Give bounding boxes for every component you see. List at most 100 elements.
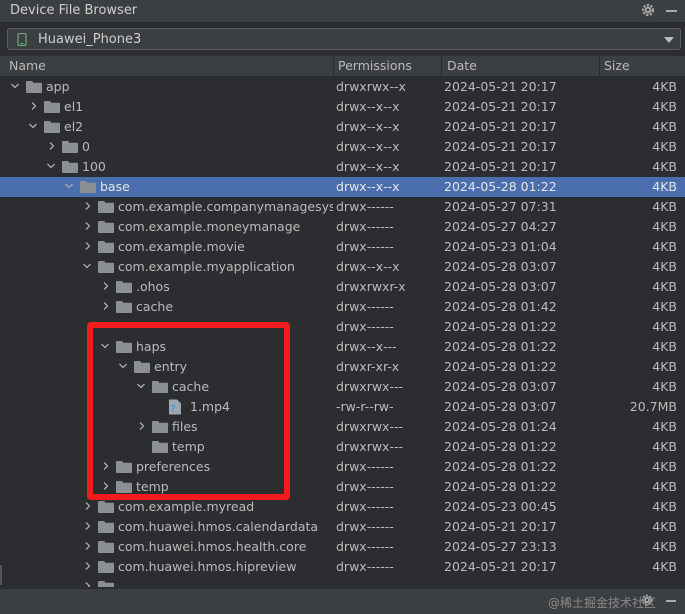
expand-arrow-icon[interactable] [102,482,110,490]
table-row[interactable]: com.example.moneymanage drwx------ 2024-05… [0,217,685,237]
expand-arrow-icon[interactable] [84,542,92,550]
column-name[interactable]: Name [9,58,46,73]
folder-icon [98,201,114,213]
table-row[interactable]: 100 drwx--x--x 2024-05-21 20:17 4KB [0,157,685,177]
size-cell: 4KB [652,139,677,154]
table-row[interactable]: el2 drwx--x--x 2024-05-21 20:17 4KB [0,117,685,137]
expand-arrow-icon[interactable] [84,522,92,530]
permissions-cell: drwx--x--- [336,339,397,354]
minimize-icon[interactable] [666,10,677,12]
table-row[interactable]: com.huawei.hmos.health.core drwx------ 202… [0,537,685,557]
folder-icon [98,261,114,273]
column-divider[interactable] [441,56,442,76]
file-name: preferences [136,459,211,474]
table-row[interactable]: cache drwxrwx--- 2024-05-28 03:07 4KB [0,377,685,397]
permissions-cell: drwx--x--x [336,139,400,154]
table-row[interactable]: el1 drwx--x--x 2024-05-21 20:17 4KB [0,97,685,117]
title-bar: Device File Browser [0,0,685,23]
column-divider[interactable] [333,56,334,76]
collapse-arrow-icon[interactable] [137,382,145,390]
table-row[interactable]: .ohos drwxrwxr-x 2024-05-28 03:07 4KB [0,277,685,297]
device-selector[interactable]: Huawei_Phone3 [7,28,681,50]
table-row[interactable]: com.example.companymanagesystemdrwx-----… [0,197,685,217]
table-row[interactable]: app drwxrwx--x 2024-05-21 20:17 4KB [0,77,685,97]
date-cell: 2024-05-27 07:31 [444,199,557,214]
table-row[interactable]: com.example.myread drwx------ 2024-05-23 0… [0,497,685,517]
folder-icon [98,521,114,533]
table-row[interactable]: files drwxrwx--- 2024-05-28 01:24 4KB [0,417,685,437]
file-name: 0 [82,139,90,154]
file-name: 1.mp4 [190,399,230,414]
date-cell: 2024-05-28 03:07 [444,379,557,394]
expand-arrow-icon[interactable] [102,302,110,310]
collapse-arrow-icon[interactable] [101,342,109,350]
expand-arrow-icon[interactable] [138,422,146,430]
gear-icon[interactable] [640,593,654,607]
size-cell: 4KB [652,419,677,434]
table-row[interactable]: com.example.myapplication drwx--x--x 2024-… [0,257,685,277]
collapse-arrow-icon[interactable] [83,262,91,270]
expand-arrow-icon[interactable] [102,282,110,290]
expand-arrow-icon[interactable] [30,102,38,110]
file-name: el1 [64,99,84,114]
size-cell: 4KB [652,359,677,374]
table-row[interactable]: drwx------ 2024-05-28 01:22 4KB [0,317,685,337]
chevron-down-icon[interactable] [664,37,674,43]
file-name: app [46,79,70,94]
table-row[interactable] [0,577,685,587]
collapse-arrow-icon[interactable] [11,82,19,90]
column-date[interactable]: Date [447,58,477,73]
table-row[interactable]: temp drwxrwx--- 2024-05-28 01:22 4KB [0,437,685,457]
size-cell: 4KB [652,199,677,214]
window-title: Device File Browser [10,3,138,18]
collapse-arrow-icon[interactable] [65,182,73,190]
size-cell: 4KB [652,279,677,294]
collapse-arrow-icon[interactable] [47,162,55,170]
expand-arrow-icon[interactable] [84,202,92,210]
table-row[interactable]: preferences drwx------ 2024-05-28 01:22 4KB [0,457,685,477]
collapse-arrow-icon[interactable] [119,362,127,370]
size-cell: 4KB [652,119,677,134]
file-name: com.example.myapplication [118,259,295,274]
permissions-cell: drwxrwx--- [336,419,403,434]
collapse-arrow-icon[interactable] [29,122,37,130]
table-row[interactable]: com.huawei.hmos.hipreview drwx------ 2024-… [0,557,685,577]
table-row[interactable]: com.example.movie drwx------ 2024-05-23 01… [0,237,685,257]
gear-icon[interactable] [640,2,656,18]
folder-icon [116,481,132,493]
expand-arrow-icon[interactable] [84,502,92,510]
permissions-cell: drwx------ [336,459,394,474]
minimize-icon[interactable] [666,600,676,602]
column-size[interactable]: Size [604,58,630,73]
expand-arrow-icon[interactable] [84,582,92,587]
permissions-cell: -rw-r--rw- [336,399,394,414]
permissions-cell: drwx------ [336,319,394,334]
expand-arrow-icon[interactable] [84,222,92,230]
table-row[interactable]: 0 drwx--x--x 2024-05-21 20:17 4KB [0,137,685,157]
date-cell: 2024-05-28 03:07 [444,279,557,294]
svg-text:?: ? [171,404,176,415]
table-row[interactable]: ? 1.mp4 -rw-r--rw- 2024-05-28 03:07 20.7MB [0,397,685,417]
file-name: com.example.myread [118,499,255,514]
folder-icon [44,121,60,133]
table-row[interactable]: haps drwx--x--- 2024-05-28 01:22 4KB [0,337,685,357]
table-row[interactable]: base drwx--x--x 2024-05-28 01:22 4KB [0,177,685,197]
permissions-cell: drwx------ [336,219,394,234]
expand-arrow-icon[interactable] [84,242,92,250]
scroll-edge [0,565,2,585]
date-cell: 2024-05-28 01:22 [444,479,557,494]
table-row[interactable]: entry drwxr-xr-x 2024-05-28 01:22 4KB [0,357,685,377]
table-row[interactable]: com.huawei.hmos.calendardata drwx------ 20… [0,517,685,537]
size-cell: 4KB [652,379,677,394]
expand-arrow-icon[interactable] [84,562,92,570]
folder-icon [116,341,132,353]
column-divider[interactable] [599,56,600,76]
column-permissions[interactable]: Permissions [338,58,412,73]
expand-arrow-icon[interactable] [102,462,110,470]
permissions-cell: drwxrwx--- [336,439,403,454]
table-row[interactable]: cache drwx------ 2024-05-28 01:42 4KB [0,297,685,317]
permissions-cell: drwxrwxr-x [336,279,406,294]
table-header: Name Permissions Date Size [0,56,685,77]
expand-arrow-icon[interactable] [48,142,56,150]
table-row[interactable]: temp drwx------ 2024-05-28 01:22 4KB [0,477,685,497]
